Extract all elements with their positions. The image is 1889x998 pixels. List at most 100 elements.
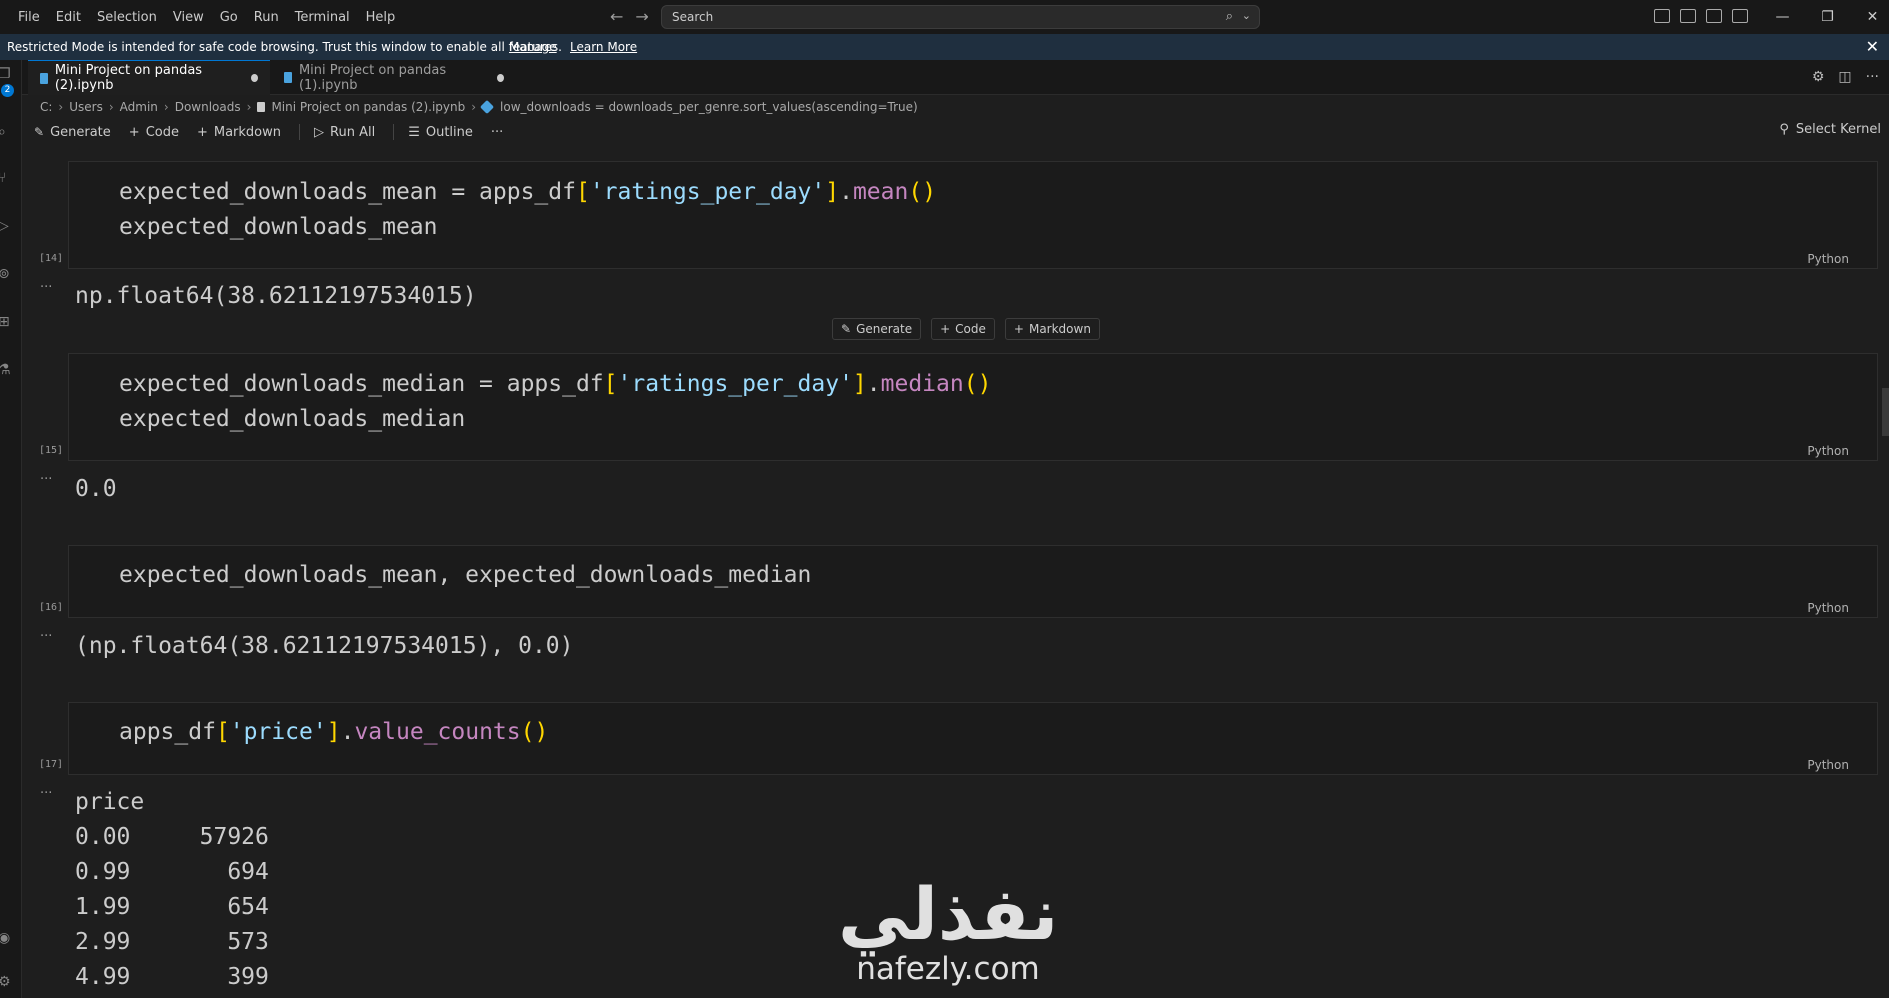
settings-gear-icon[interactable]: ⚙ [1812,69,1825,85]
cell-code[interactable]: expected_downloads_mean = apps_df['ratin… [119,175,936,245]
menu-file[interactable]: File [10,10,48,25]
command-center-search[interactable]: Search ⌕ ⌄ [661,5,1260,29]
output-line: (np.float64(38.62112197534015), 0.0) [75,633,574,659]
menu-view[interactable]: View [165,10,212,25]
extensions-icon[interactable]: ⊞ [0,314,14,330]
outline-button[interactable]: ☰ Outline [408,125,473,140]
notebook-toolbar: ✎ Generate + Code + Markdown ▷ Run All ☰ Outl… [34,122,521,142]
menu-terminal[interactable]: Terminal [287,10,358,25]
add-code-button[interactable]: + Code [129,125,179,140]
code-token: . [866,371,881,397]
breadcrumb-downloads[interactable]: Downloads [175,100,241,114]
cell-code[interactable]: apps_df['price'].value_counts() [119,715,548,750]
code-token: . [839,179,853,205]
output-ellipsis[interactable]: ... [40,625,52,640]
cell-output: 0.0 [75,472,117,507]
breadcrumb-symbol[interactable]: low_downloads = downloads_per_genre.sort… [500,100,918,114]
run-debug-icon[interactable]: ▷ [0,218,14,234]
output-ellipsis[interactable]: ... [40,468,52,483]
chevron-down-icon[interactable]: ⌄ [1242,9,1251,22]
insert-cell-bar: ✎ Generate + Code + Markdown [832,318,1100,340]
insert-markdown-button[interactable]: + Markdown [1004,318,1100,340]
code-cell-14[interactable]: expected_downloads_mean = apps_df['ratin… [68,161,1878,269]
run-all-button[interactable]: ▷ Run All [314,125,375,140]
explorer-icon[interactable]: ❐ [0,66,14,82]
plus-icon: + [940,322,951,336]
code-token: [ [575,179,590,205]
scrollbar-thumb[interactable] [1882,388,1889,436]
history-navigation: ← → [610,7,649,26]
copilot-chat-icon[interactable]: ⌕ [1226,9,1233,24]
insert-generate-button[interactable]: ✎ Generate [832,318,922,340]
split-editor-icon[interactable]: ◫ [1838,69,1851,85]
code-cell-17[interactable]: apps_df['price'].value_counts() Python [68,702,1878,775]
insert-code-label: Code [955,322,986,336]
close-window-icon[interactable]: ✕ [1850,9,1889,25]
breadcrumb-admin[interactable]: Admin [120,100,158,114]
restore-icon[interactable]: ❐ [1805,9,1850,25]
markdown-label: Markdown [213,124,282,140]
toggle-panel-icon[interactable] [1706,9,1722,23]
cell-language[interactable]: Python [1807,758,1849,772]
cell-language[interactable]: Python [1807,444,1849,458]
notebook-file-icon [257,102,266,112]
menu-selection[interactable]: Selection [89,10,165,25]
toggle-primary-sidebar-icon[interactable] [1680,9,1696,23]
code-token: expected_downloads_mean, expected_downlo… [119,562,812,588]
remote-explorer-icon[interactable]: ⊚ [0,266,14,282]
breadcrumb-drive[interactable]: C: [40,100,52,114]
cell-language[interactable]: Python [1807,252,1849,266]
search-icon[interactable]: ⌕ [0,124,14,140]
more-toolbar-button[interactable]: ··· [491,125,503,140]
breadcrumb-file[interactable]: Mini Project on pandas (2).ipynb [271,100,465,114]
output-ellipsis[interactable]: ... [40,276,52,291]
chevron-right-icon: › [163,100,169,114]
more-actions-icon[interactable]: ··· [1866,69,1879,85]
output-ellipsis[interactable]: ... [40,782,52,797]
output-line: 0.0 [75,476,117,502]
select-kernel-button[interactable]: ⚲ Select Kernel [1779,122,1881,137]
cell-code[interactable]: expected_downloads_median = apps_df['rat… [119,367,991,437]
execution-count: [16] [39,602,64,613]
minimize-icon[interactable]: — [1760,9,1805,25]
menu-run[interactable]: Run [246,10,287,25]
menu-help[interactable]: Help [358,10,404,25]
manage-link[interactable]: Manage [509,40,557,54]
menu-edit[interactable]: Edit [48,10,89,25]
code-token: ] [825,179,840,205]
restricted-mode-banner: Restricted Mode is intended for safe cod… [0,34,1889,60]
chevron-right-icon: › [471,100,477,114]
cell-code[interactable]: expected_downloads_mean, expected_downlo… [119,558,811,593]
window-controls: — ❐ ✕ [1760,0,1889,34]
forward-arrow-icon[interactable]: → [635,7,648,26]
customize-layout-icon[interactable] [1654,9,1670,23]
code-cell-16[interactable]: expected_downloads_mean, expected_downlo… [68,545,1878,618]
editor-tabs: Mini Project on pandas (2).ipynb Mini Pr… [22,60,1889,95]
tab-mini-project-1[interactable]: Mini Project on pandas (1).ipynb [272,60,516,95]
code-function: mean [852,179,909,205]
close-banner-icon[interactable]: ✕ [1866,37,1879,56]
source-control-icon[interactable]: ⑂ [0,170,14,186]
tab-mini-project-2[interactable]: Mini Project on pandas (2).ipynb [28,60,270,95]
add-markdown-button[interactable]: + Markdown [197,125,281,140]
insert-code-button[interactable]: + Code [931,318,995,340]
code-label: Code [145,124,179,140]
account-icon[interactable]: ◉ [0,930,14,946]
cell-output: (np.float64(38.62112197534015), 0.0) [75,629,574,664]
menu-go[interactable]: Go [212,10,246,25]
generate-button[interactable]: ✎ Generate [34,125,111,140]
unsaved-dot-icon[interactable] [496,73,504,82]
code-token: . [340,719,355,745]
code-cell-15[interactable]: expected_downloads_median = apps_df['rat… [68,353,1878,461]
cell-language[interactable]: Python [1807,601,1849,615]
unsaved-dot-icon[interactable] [251,74,259,82]
cell-output: price 0.00 57926 0.99 694 1.99 654 2.99 … [75,785,269,995]
notebook-file-icon [40,72,48,84]
testing-icon[interactable]: ⚗ [0,362,14,378]
breadcrumb-users[interactable]: Users [69,100,103,114]
learn-more-link[interactable]: Learn More [570,40,637,54]
manage-gear-icon[interactable]: ⚙ [0,974,14,990]
back-arrow-icon[interactable]: ← [610,7,623,26]
insert-generate-label: Generate [856,322,913,336]
toggle-secondary-sidebar-icon[interactable] [1732,9,1748,23]
